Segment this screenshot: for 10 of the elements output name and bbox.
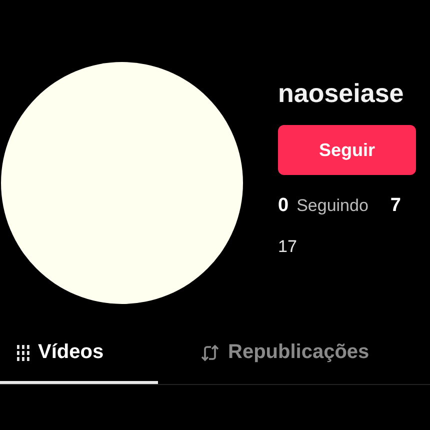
stat-value: 7 xyxy=(390,195,401,217)
follow-button[interactable]: Seguir xyxy=(278,125,416,175)
stat-value: 0 xyxy=(278,195,289,217)
grid-icon xyxy=(16,344,30,360)
username: naoseiase xyxy=(278,77,405,110)
repeat-icon xyxy=(200,344,220,362)
stat-label: Seguindo xyxy=(296,196,368,216)
bio-text: 17 xyxy=(278,237,298,257)
tab[interactable]: Vídeos xyxy=(0,336,158,384)
tab[interactable]: Republicações xyxy=(184,336,386,384)
